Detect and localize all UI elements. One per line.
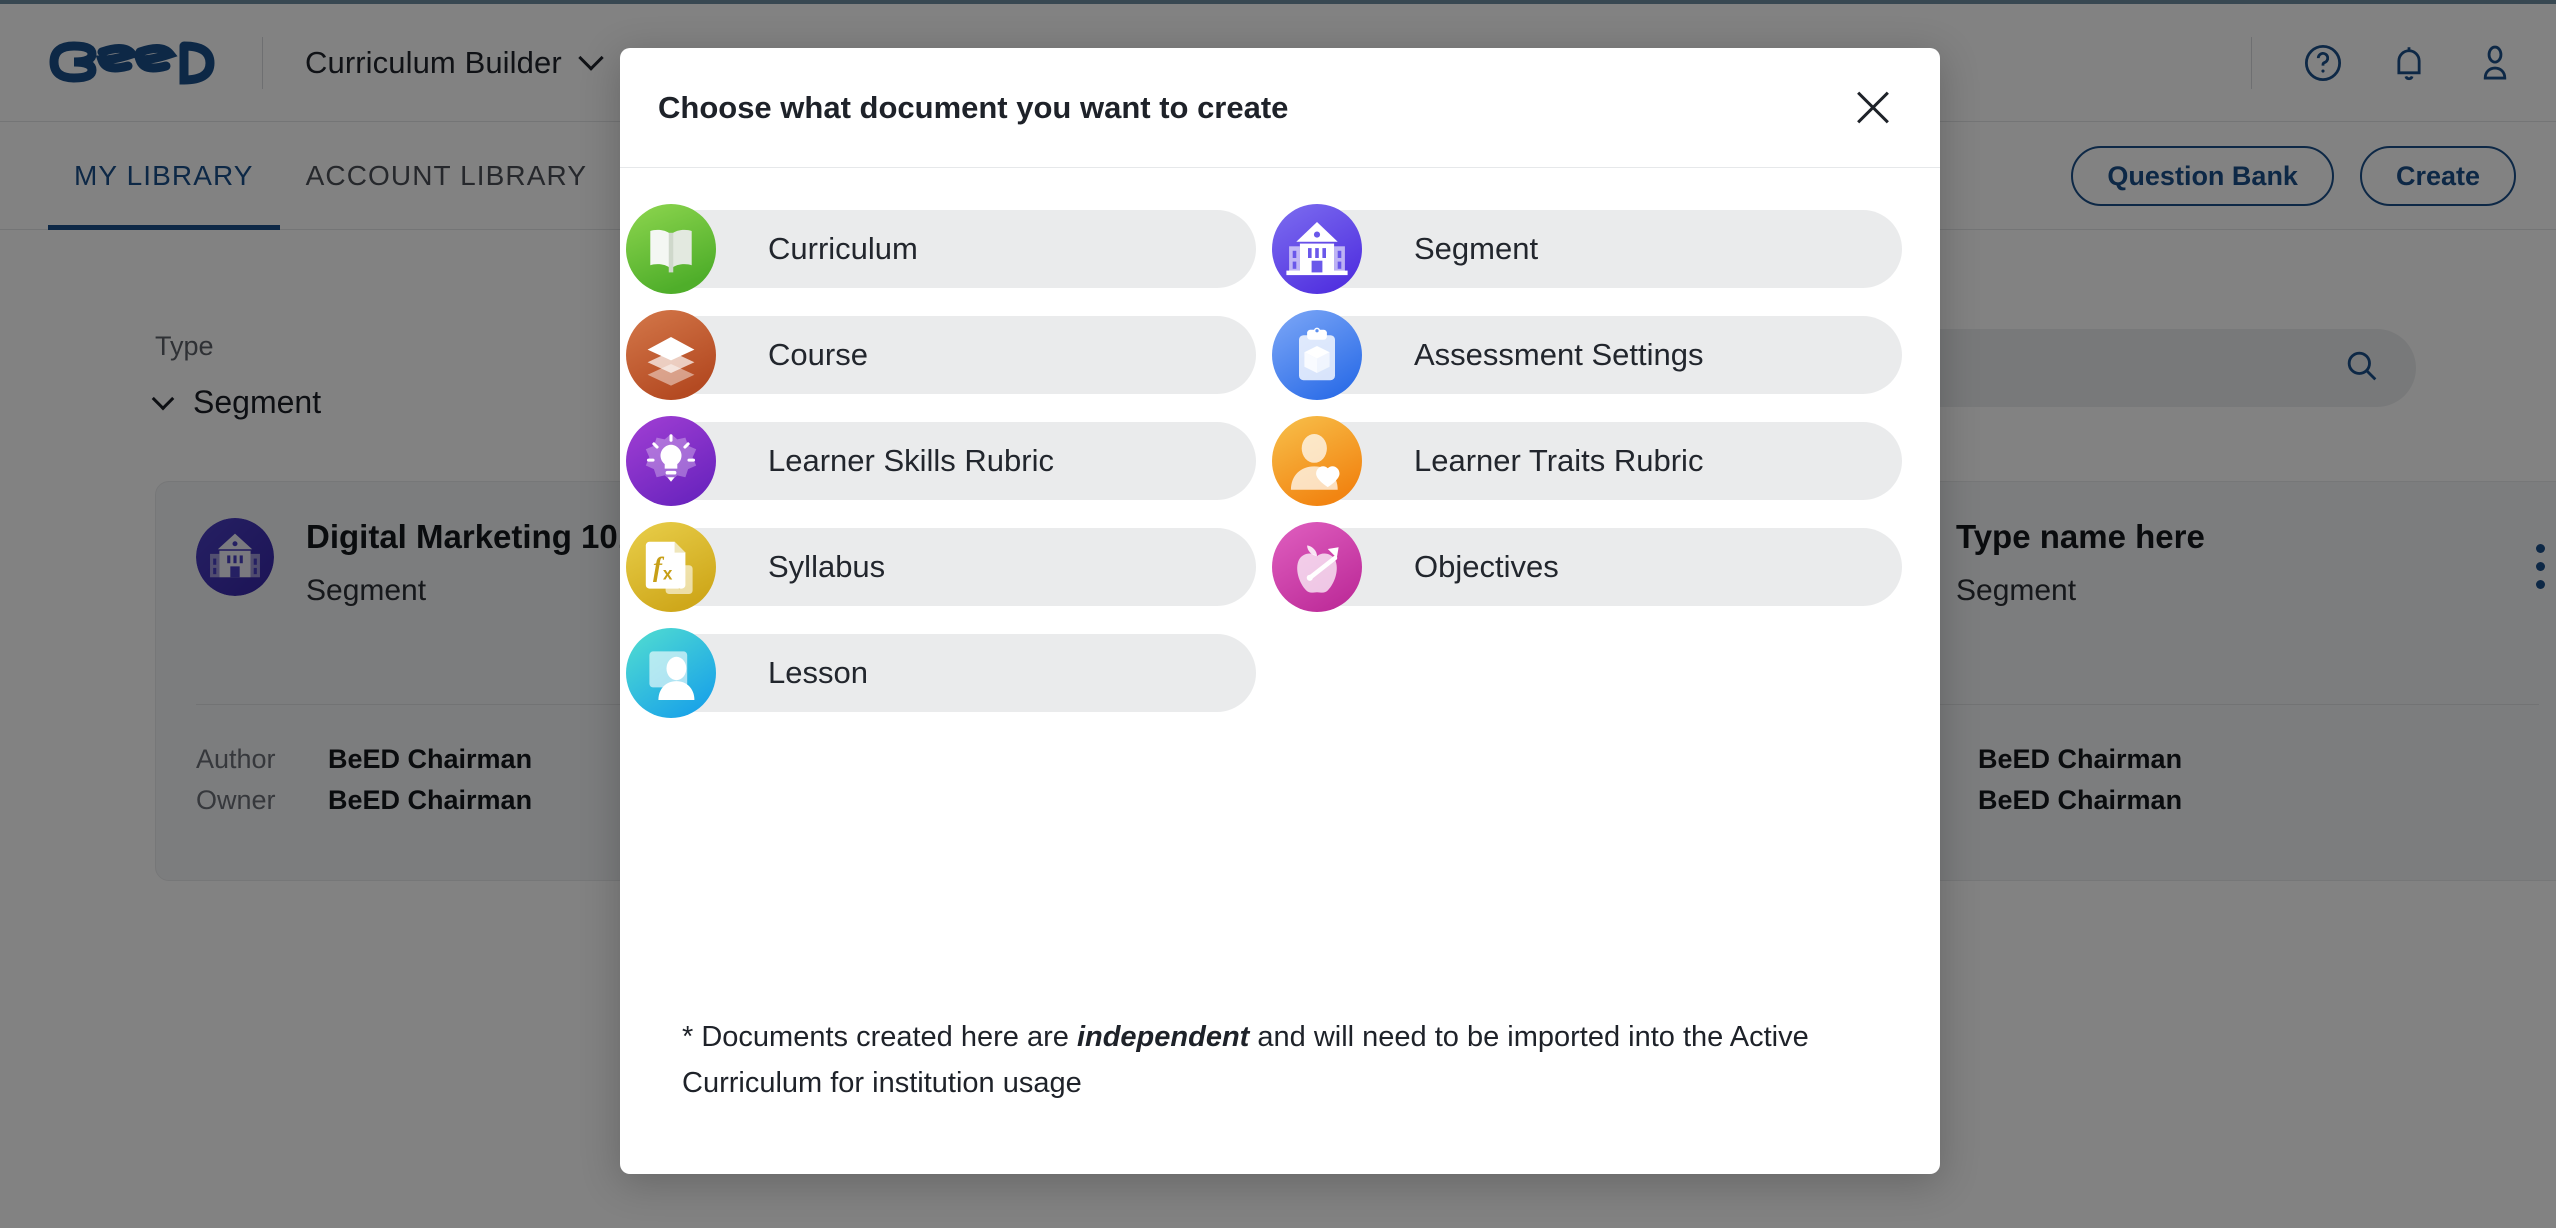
modal-note: * Documents created here are independent… xyxy=(682,1014,1870,1106)
option-assessment-settings[interactable]: Assessment Settings xyxy=(1272,310,1902,400)
modal-header: Choose what document you want to create xyxy=(620,48,1940,168)
create-document-modal: Choose what document you want to create xyxy=(620,48,1940,1174)
option-syllabus[interactable]: f x Syllabus xyxy=(626,522,1256,612)
option-segment-label: Segment xyxy=(1414,231,1539,266)
option-course[interactable]: Course xyxy=(626,310,1256,400)
svg-text:x: x xyxy=(663,565,673,584)
apple-arrow-icon xyxy=(1272,522,1362,612)
close-icon[interactable] xyxy=(1850,85,1896,131)
document-type-options: Curriculum Segment Course Assessment Set… xyxy=(620,168,1940,718)
option-learner-skills-rubric-label: Learner Skills Rubric xyxy=(768,443,1054,478)
option-lesson-label: Lesson xyxy=(768,655,868,690)
option-assessment-settings-label: Assessment Settings xyxy=(1414,337,1704,372)
application-root: Curriculum Builder School #BeED Internat… xyxy=(0,0,2556,1228)
lightbulb-badge-icon xyxy=(626,416,716,506)
modal-note-prefix: * Documents created here are xyxy=(682,1021,1077,1053)
option-segment[interactable]: Segment xyxy=(1272,204,1902,294)
option-learner-traits-rubric[interactable]: Learner Traits Rubric xyxy=(1272,416,1902,506)
clipboard-cube-icon xyxy=(1272,310,1362,400)
option-syllabus-label: Syllabus xyxy=(768,549,886,584)
formula-document-icon: f x xyxy=(626,522,716,612)
person-heart-icon xyxy=(1272,416,1362,506)
school-building-icon xyxy=(1272,204,1362,294)
option-objectives-label: Objectives xyxy=(1414,549,1559,584)
person-screen-icon xyxy=(626,628,716,718)
option-course-label: Course xyxy=(768,337,868,372)
modal-title: Choose what document you want to create xyxy=(658,89,1289,125)
option-learner-traits-rubric-label: Learner Traits Rubric xyxy=(1414,443,1704,478)
option-curriculum-label: Curriculum xyxy=(768,231,918,266)
option-learner-skills-rubric[interactable]: Learner Skills Rubric xyxy=(626,416,1256,506)
open-book-icon xyxy=(626,204,716,294)
modal-note-emphasis: independent xyxy=(1076,1021,1250,1053)
layers-icon xyxy=(626,310,716,400)
option-objectives[interactable]: Objectives xyxy=(1272,522,1902,612)
option-lesson[interactable]: Lesson xyxy=(626,628,1256,718)
option-curriculum[interactable]: Curriculum xyxy=(626,204,1256,294)
